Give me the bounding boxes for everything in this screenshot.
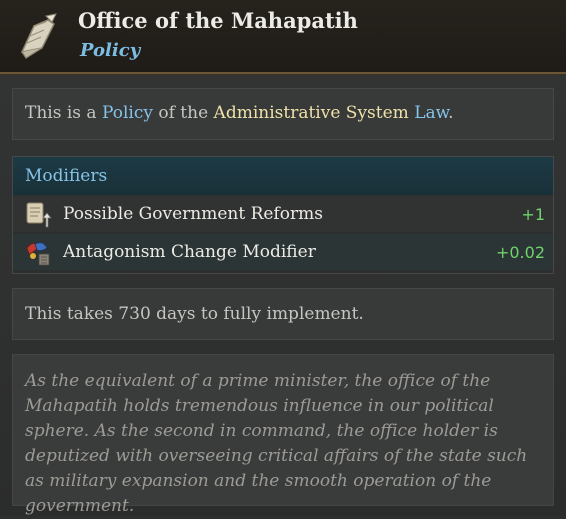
scroll-quill-icon — [16, 12, 60, 60]
law-link[interactable]: Administrative System — [214, 103, 409, 123]
law-description: This is a Policy of the Administrative S… — [25, 103, 454, 123]
implementation-time: This takes 730 days to fully implement. — [25, 304, 364, 324]
desc-suffix: . — [448, 103, 454, 123]
flavor-text: As the equivalent of a prime minister, t… — [25, 371, 528, 516]
modifiers-header: Modifiers — [13, 157, 553, 195]
modifier-row[interactable]: Possible Government Reforms +1 — [13, 196, 553, 232]
modifier-value: +0.02 — [495, 243, 545, 262]
policy-title: Office of the Mahapatih — [78, 8, 358, 33]
antagonism-icon — [23, 238, 53, 268]
law-word-link[interactable]: Law — [409, 103, 448, 123]
desc-prefix: This is a — [25, 103, 102, 123]
policy-category: Policy — [80, 40, 141, 61]
tooltip-header: Office of the Mahapatih Policy — [0, 0, 566, 74]
flavor-box: As the equivalent of a prime minister, t… — [12, 354, 554, 516]
modifier-label: Antagonism Change Modifier — [63, 242, 316, 262]
desc-middle: of the — [152, 103, 214, 123]
policy-link[interactable]: Policy — [102, 103, 153, 123]
modifiers-section: Modifiers Possible Government Reforms +1 — [12, 156, 554, 274]
modifier-label: Possible Government Reforms — [63, 204, 323, 224]
implementation-box: This takes 730 days to fully implement. — [12, 288, 554, 340]
tooltip-panel: Office of the Mahapatih Policy This is a… — [0, 0, 566, 516]
modifiers-title: Modifiers — [25, 166, 108, 186]
law-description-box: This is a Policy of the Administrative S… — [12, 88, 554, 140]
modifier-value: +1 — [521, 205, 545, 224]
modifier-row[interactable]: Antagonism Change Modifier +0.02 — [13, 234, 553, 270]
reform-scroll-icon — [23, 200, 53, 230]
